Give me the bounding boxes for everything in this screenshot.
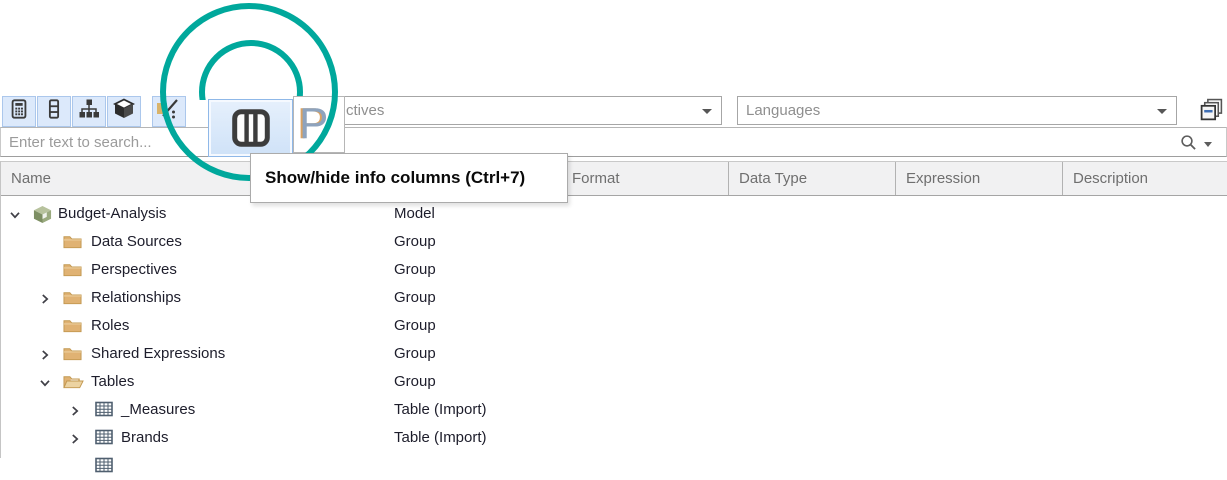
table-icon [95, 401, 113, 421]
cascade-windows-icon [1199, 98, 1224, 123]
toolbar-button-edit[interactable] [152, 96, 186, 127]
tooltip-text: Show/hide info columns (Ctrl+7) [265, 168, 525, 187]
languages-combobox-value: Languages [746, 97, 820, 124]
info-columns-icon [228, 105, 274, 151]
column-header-row: NameFormatData TypeExpressionDescription [1, 161, 1227, 196]
tabular-editor-window: { "colors": { "annotation_teal": "#00A89… [0, 0, 1227, 458]
toolbar-button-rows[interactable] [37, 96, 71, 127]
expander-chevron-down-icon[interactable] [39, 376, 51, 388]
folder-open-icon [63, 373, 84, 394]
column-header-description[interactable]: Description [1062, 162, 1227, 195]
annotation-inner-circle [192, 32, 312, 100]
model-explorer-grid: NameFormatData TypeExpressionDescription… [0, 161, 1227, 458]
object-name: Data Sources [91, 228, 182, 256]
object-type: Group [394, 368, 436, 396]
object-name: Roles [91, 312, 129, 340]
tree-row-Brands[interactable]: Brands Table (Import) [1, 424, 1227, 452]
object-type: Model [394, 200, 435, 228]
object-name: Shared Expressions [91, 340, 225, 368]
tree-row-Shared Expressions[interactable]: Shared Expressions Group [1, 340, 1227, 368]
search-options-chevron-icon[interactable] [1204, 142, 1212, 147]
table-icon [95, 429, 113, 449]
column-header-data-type[interactable]: Data Type [728, 162, 895, 195]
toolbar-button-cube[interactable] [107, 96, 141, 127]
tooltip: Show/hide info columns (Ctrl+7) [250, 153, 568, 203]
object-type: Table (Import) [394, 396, 487, 424]
column-header-expression[interactable]: Expression [895, 162, 1062, 195]
table-icon [95, 457, 113, 477]
expander-chevron-right-icon[interactable] [39, 348, 51, 360]
object-type: Group [394, 228, 436, 256]
rows-icon [43, 97, 65, 126]
object-name: Perspectives [91, 256, 177, 284]
expander-chevron-right-icon[interactable] [39, 292, 51, 304]
object-name: Brands [121, 424, 169, 452]
object-type: Group [394, 340, 436, 368]
expander-chevron-down-icon[interactable] [9, 208, 21, 220]
magnified-letter-text: P [299, 98, 328, 150]
cascade-windows-button[interactable] [1198, 97, 1225, 124]
folder-icon [63, 233, 82, 254]
edit-icon [156, 97, 182, 126]
tree-row-_Measures[interactable]: _Measures Table (Import) [1, 396, 1227, 424]
tree-row-partial[interactable] [1, 452, 1227, 480]
search-input[interactable] [1, 128, 1171, 156]
object-type: Table (Import) [394, 424, 487, 452]
perspectives-combobox[interactable]: ctives [296, 96, 722, 125]
model-icon [33, 205, 52, 228]
calculator-icon [8, 97, 30, 126]
folder-icon [63, 261, 82, 282]
object-name: Budget-Analysis [58, 200, 166, 228]
object-type: Group [394, 256, 436, 284]
tree-row-Data Sources[interactable]: Data Sources Group [1, 228, 1227, 256]
folder-icon [63, 289, 82, 310]
column-header-format[interactable]: Format [561, 162, 728, 195]
cube-icon [112, 97, 136, 126]
tree-row-Tables[interactable]: Tables Group [1, 368, 1227, 396]
show-hide-info-columns-button[interactable] [208, 99, 293, 157]
object-type: Group [394, 312, 436, 340]
search-icon[interactable] [1180, 134, 1197, 151]
object-name: Relationships [91, 284, 181, 312]
magnified-perspectives-letter: P [293, 96, 345, 153]
languages-combobox[interactable]: Languages [737, 96, 1177, 125]
toolbar-button-hierarchy[interactable] [72, 96, 106, 127]
expander-chevron-right-icon[interactable] [69, 404, 81, 416]
tree-row-Perspectives[interactable]: Perspectives Group [1, 256, 1227, 284]
chevron-down-icon[interactable] [1157, 109, 1167, 114]
folder-icon [63, 345, 82, 366]
chevron-down-icon[interactable] [702, 109, 712, 114]
object-name: _Measures [121, 396, 195, 424]
toolbar-button-calculator[interactable] [2, 96, 36, 127]
expander-chevron-right-icon[interactable] [69, 432, 81, 444]
tree-row-Relationships[interactable]: Relationships Group [1, 284, 1227, 312]
search-bar [0, 127, 1227, 157]
perspectives-combobox-value: ctives [346, 97, 384, 124]
tree-row-Budget-Analysis[interactable]: Budget-Analysis Model [1, 200, 1227, 228]
object-name: Tables [91, 368, 134, 396]
folder-icon [63, 317, 82, 338]
object-type: Group [394, 284, 436, 312]
tree-row-Roles[interactable]: Roles Group [1, 312, 1227, 340]
hierarchy-icon [77, 97, 101, 126]
